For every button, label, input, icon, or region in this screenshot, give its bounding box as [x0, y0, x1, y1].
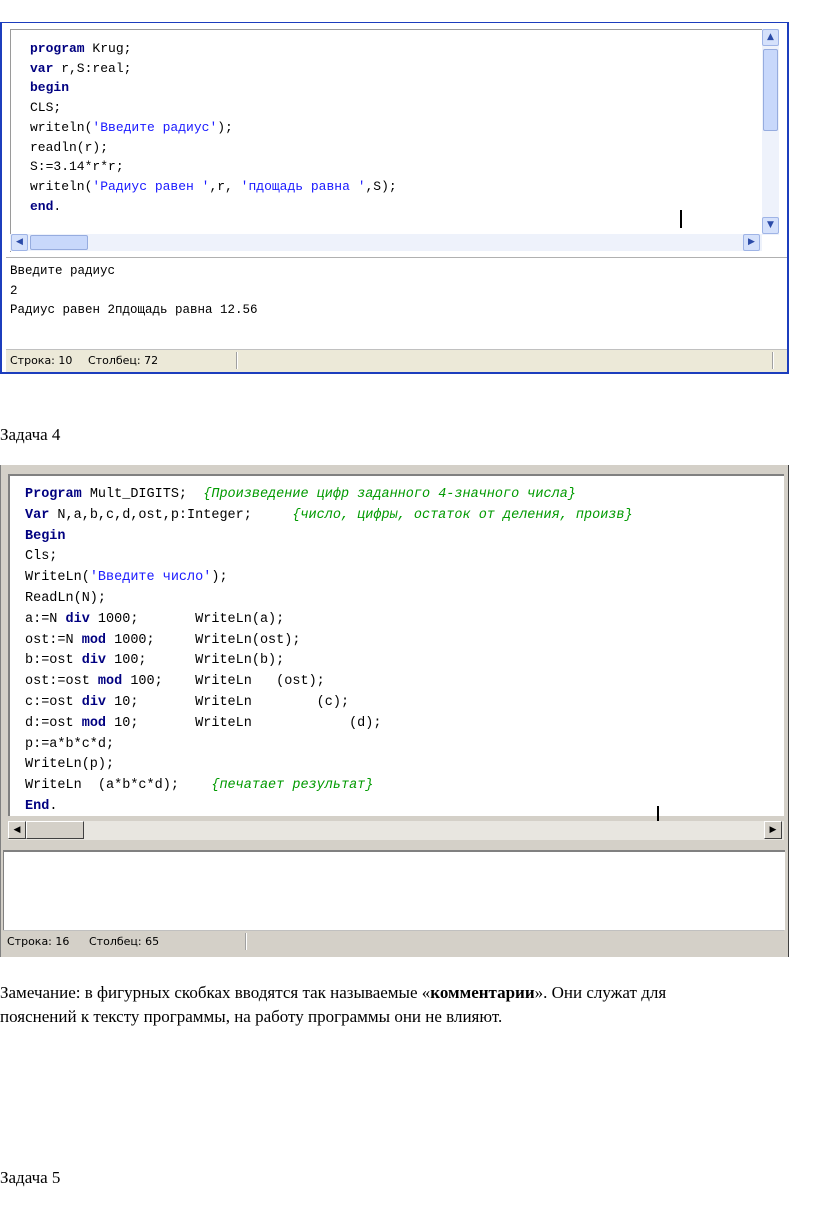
code-line: ost:=N mod 1000; WriteLn(ost);	[25, 632, 301, 648]
code-line: Begin	[25, 528, 66, 544]
code-line: d:=ost mod 10; WriteLn (d);	[25, 715, 382, 731]
status-column: Столбец: 65	[89, 935, 160, 948]
comment-term: комментарии	[430, 983, 535, 1002]
code-line: WriteLn('Введите число');	[25, 570, 228, 586]
code-line: ReadLn(N);	[25, 590, 107, 606]
vertical-scroll-thumb[interactable]	[763, 49, 778, 131]
horizontal-scrollbar[interactable]: ◀ ▶	[8, 821, 784, 840]
output-panel	[3, 850, 785, 930]
vertical-scrollbar[interactable]: ▲ ▼	[762, 29, 779, 235]
code-line: b:=ost div 100; WriteLn(b);	[25, 653, 285, 669]
horizontal-scroll-thumb[interactable]	[30, 235, 88, 250]
pascal-window-krug: program Krug; var r,S:real; begin CLS; write…	[0, 22, 789, 374]
scroll-right-icon[interactable]: ▶	[764, 821, 782, 839]
code-line: p:=a*b*c*d;	[25, 736, 115, 752]
code-line: var r,S:real;	[30, 60, 132, 76]
scroll-left-icon[interactable]: ◀	[8, 821, 26, 839]
code-line: Var N,a,b,c,d,ost,p:Integer; {число, циф…	[25, 507, 633, 523]
scroll-up-icon[interactable]: ▲	[762, 29, 779, 46]
scroll-left-icon[interactable]: ◀	[11, 234, 28, 251]
code-line: Cls;	[25, 549, 58, 565]
code-line: program Krug;	[30, 41, 132, 56]
code-line: c:=ost div 10; WriteLn (c);	[25, 694, 350, 710]
code-line: a:=N div 1000; WriteLn(a);	[25, 611, 285, 627]
code-line: ost:=ost mod 100; WriteLn (ost);	[25, 674, 325, 690]
code-line: writeln('Радиус равен ',r, 'пдощадь равн…	[30, 178, 397, 194]
horizontal-scrollbar[interactable]: ◀ ▶	[10, 234, 762, 251]
comment-note-line1: Замечание: в фигурных скобках вводятся т…	[0, 983, 667, 1002]
scroll-down-icon[interactable]: ▼	[762, 217, 779, 234]
code-line: CLS;	[30, 100, 62, 116]
output-line: Введите радиус	[10, 264, 116, 278]
task-4-heading: Задача 4	[0, 425, 61, 444]
output-line: 2	[10, 283, 18, 298]
code-editor[interactable]: program Krug; var r,S:real; begin CLS; write…	[10, 29, 763, 252]
code-text: Program Mult_DIGITS; {Произведение цифр …	[25, 485, 633, 818]
code-line: readln(r);	[30, 139, 109, 155]
text-cursor	[680, 210, 682, 228]
comment-note-line2: пояснений к тексту программы, на работу …	[0, 1007, 503, 1026]
code-text: program Krug; var r,S:real; begin CLS; write…	[30, 39, 397, 216]
code-line: end.	[30, 198, 62, 214]
output-panel: Введите радиус 2 Радиус равен 2пдощадь рав…	[6, 257, 787, 348]
code-line: S:=3.14*r*r;	[30, 159, 124, 175]
code-line: Program Mult_DIGITS; {Произведение цифр …	[25, 487, 576, 502]
pascal-window-mult-digits: Program Mult_DIGITS; {Произведение цифр …	[0, 465, 789, 957]
code-line: begin	[30, 80, 70, 96]
status-bar: Строка: 16 Столбец: 65	[3, 930, 784, 953]
output-line: Радиус равен 2пдощадь равна 12.56	[10, 303, 258, 317]
status-column: Столбец: 72	[88, 354, 159, 367]
output-text: Введите радиус 2 Радиус равен 2пдощадь рав…	[10, 262, 258, 321]
code-line: End.	[25, 798, 58, 814]
code-line: writeln('Введите радиус');	[30, 119, 233, 135]
status-bar: Строка: 10 Столбец: 72	[6, 349, 787, 372]
code-line: WriteLn (a*b*c*d); {печатает результат}	[25, 778, 374, 794]
status-row: Строка: 10	[10, 354, 73, 367]
status-row: Строка: 16	[7, 935, 70, 948]
code-editor[interactable]: Program Mult_DIGITS; {Произведение цифр …	[8, 474, 784, 824]
code-line: WriteLn(p);	[25, 757, 115, 773]
scroll-right-icon[interactable]: ▶	[743, 234, 760, 251]
horizontal-scroll-thumb[interactable]	[26, 821, 84, 839]
task-5-heading: Задача 5	[0, 1168, 61, 1187]
